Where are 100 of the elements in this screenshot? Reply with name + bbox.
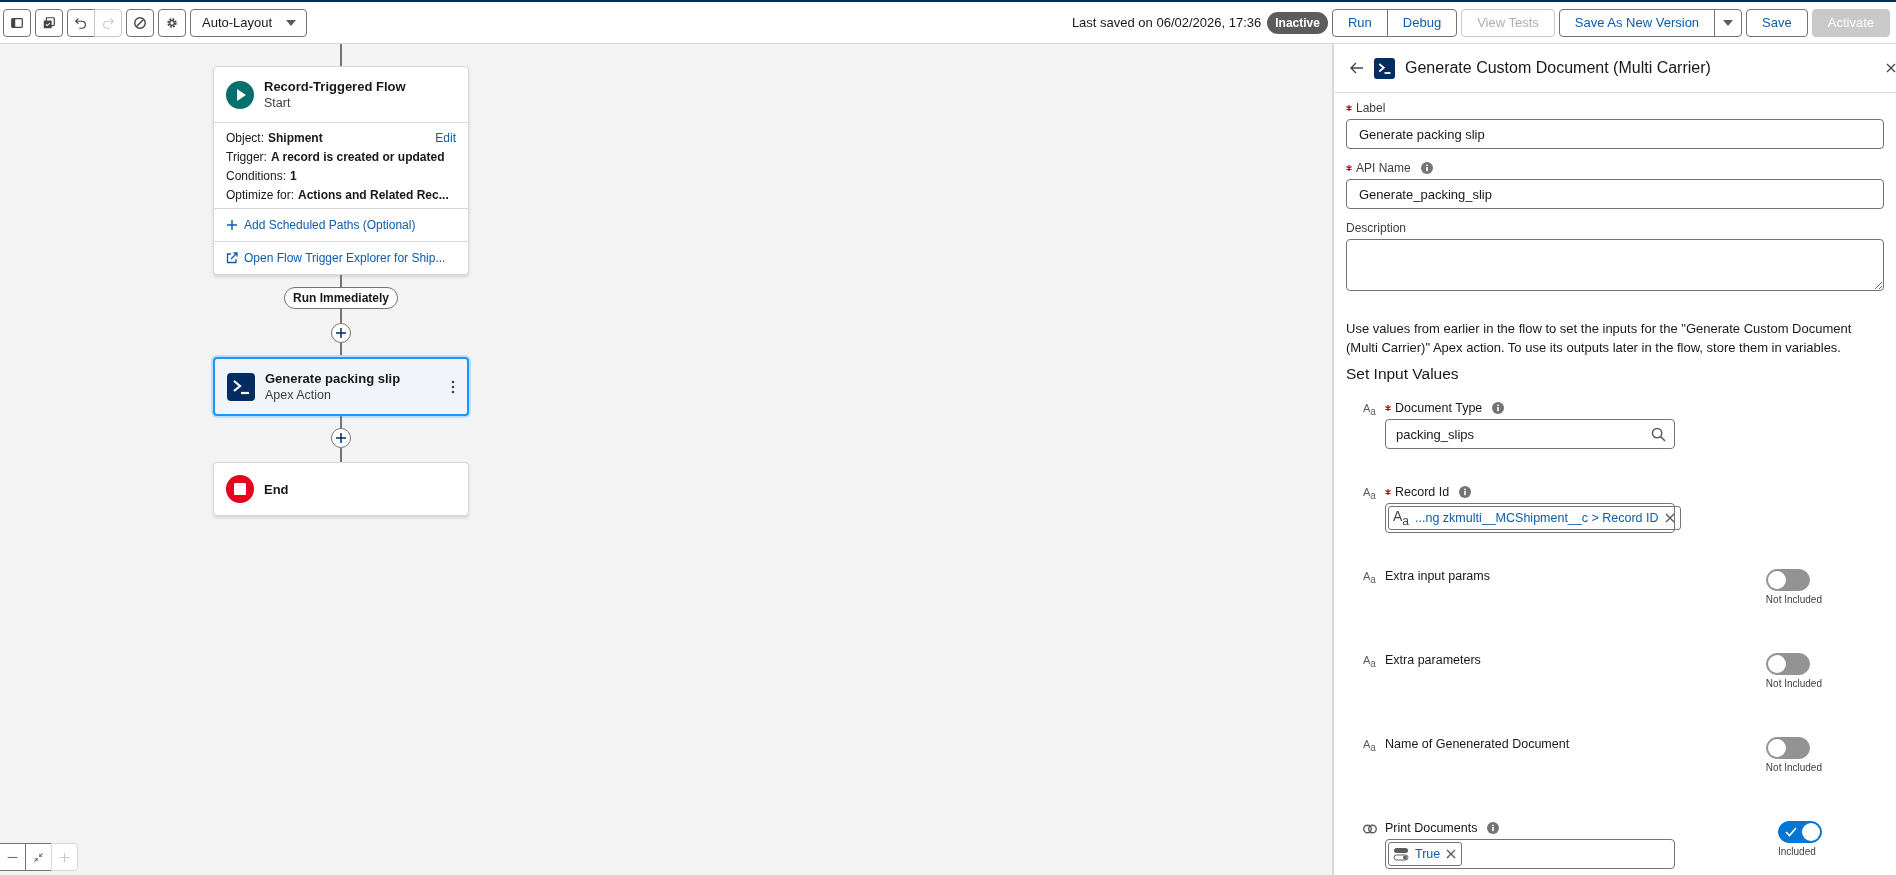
info-icon[interactable]	[1459, 486, 1472, 498]
copy-button[interactable]	[35, 8, 63, 37]
zoom-in-icon	[58, 850, 71, 864]
back-icon[interactable]	[1350, 62, 1364, 74]
layout-dropdown[interactable]: Auto-Layout	[190, 8, 308, 37]
detail-value: Shipment	[268, 131, 323, 145]
zoom-out-button[interactable]	[0, 843, 26, 871]
trigger-explorer-link[interactable]: Open Flow Trigger Explorer for Ship...	[244, 251, 446, 265]
connector-line	[340, 275, 342, 287]
field-label: Label	[1356, 101, 1386, 115]
external-link-icon	[226, 252, 238, 264]
lookup-field[interactable]: packing_slips	[1385, 419, 1675, 449]
panel-title: Generate Custom Document (Multi Carrier)	[1405, 59, 1712, 77]
check-icon	[1785, 827, 1797, 837]
stop-icon	[226, 475, 254, 503]
terminal-icon	[227, 372, 255, 401]
close-icon[interactable]	[1886, 63, 1896, 73]
connector-line	[340, 44, 342, 66]
detail-label: Trigger:	[226, 150, 267, 164]
api-name-field[interactable]: Generate_packing_slip	[1346, 179, 1884, 209]
plus-icon	[226, 219, 238, 231]
toggle-type-icon	[1393, 847, 1409, 861]
detail-label: Conditions:	[226, 169, 287, 183]
field-label: Extra parameters	[1385, 653, 1481, 667]
toggle-status: Not Included	[1765, 678, 1822, 689]
include-toggle[interactable]	[1765, 737, 1810, 759]
fit-view-icon	[32, 850, 45, 864]
copy-icon	[42, 15, 56, 30]
plus-icon	[335, 327, 347, 339]
caret-icon	[1723, 19, 1734, 26]
detail-value: 1	[290, 169, 297, 183]
detail-label: Optimize for:	[226, 188, 294, 202]
resource-name: ...ng zkmulti__MCShipment__c > Record ID	[1415, 511, 1659, 525]
resource-field[interactable]: True	[1385, 839, 1675, 869]
section-title: Set Input Values	[1346, 365, 1460, 383]
connector-line	[340, 448, 342, 462]
label-field[interactable]: Generate packing slip	[1346, 119, 1884, 149]
toolbar-button[interactable]: Save As New Version	[1558, 8, 1716, 37]
info-icon[interactable]	[1492, 402, 1505, 414]
add-scheduled-paths-link[interactable]: Add Scheduled Paths (Optional)	[244, 218, 416, 232]
field-label: API Name	[1356, 161, 1411, 175]
resource-pill[interactable]: A$_{a}$ ...ng zkmulti__MCShipment__c > Record ID	[1388, 506, 1681, 530]
last-saved-text: Last saved on 06/02/2026, 17:36	[1071, 15, 1262, 30]
more-options-button[interactable]	[1714, 8, 1743, 37]
ban-icon	[133, 15, 147, 30]
caret-icon	[286, 19, 297, 26]
status-badge: Inactive	[1267, 11, 1328, 34]
toggle-panel-button[interactable]	[3, 8, 31, 37]
toolbar-button[interactable]: Save	[1746, 8, 1808, 37]
field-label: Extra input params	[1385, 569, 1490, 583]
search-icon	[1651, 426, 1666, 442]
toggle-status: Not Included	[1765, 762, 1822, 773]
more-actions-icon[interactable]	[451, 379, 455, 394]
text-type-icon: A$_{a}$	[1393, 508, 1410, 528]
toolbar-button[interactable]: Run	[1331, 8, 1388, 37]
include-toggle[interactable]	[1765, 569, 1810, 591]
node-subtitle: Apex Action	[265, 388, 332, 402]
play-icon	[226, 80, 254, 109]
plus-icon	[335, 432, 347, 444]
toggle-status: Not Included	[1765, 594, 1822, 605]
remove-icon[interactable]	[1664, 513, 1675, 523]
field-label: Description	[1346, 221, 1407, 235]
add-element-button[interactable]	[331, 323, 351, 343]
start-card[interactable]	[213, 66, 469, 275]
toggle-status: Included	[1778, 846, 1816, 857]
node-title: Generate packing slip	[265, 371, 401, 386]
edit-link[interactable]: Edit	[435, 131, 456, 145]
boolean-type-icon	[1363, 824, 1377, 834]
field-label: Name of Genenerated Document	[1385, 737, 1570, 751]
field-label: Document Type	[1395, 401, 1483, 415]
node-subtitle: Start	[264, 96, 292, 110]
end-card[interactable]: End	[213, 462, 469, 516]
fit-view-button[interactable]	[25, 843, 52, 871]
remove-icon[interactable]	[1446, 849, 1457, 859]
detail-value: Actions and Related Rec...	[298, 188, 449, 202]
field-label: Print Documents	[1385, 821, 1478, 835]
detail-value: A record is created or updated	[270, 150, 445, 164]
terminal-icon	[1374, 57, 1395, 79]
path-label: Run Immediately	[284, 287, 398, 309]
node-title: End	[264, 481, 289, 497]
detail-label: Object:	[226, 131, 264, 145]
include-toggle[interactable]	[1778, 821, 1822, 843]
resource-name: True	[1415, 847, 1441, 861]
include-toggle[interactable]	[1765, 653, 1810, 675]
resource-pill[interactable]: True	[1388, 842, 1463, 866]
connector-line	[340, 416, 342, 428]
info-icon[interactable]	[1487, 822, 1500, 834]
toggle-panel-icon	[10, 15, 24, 30]
node-title: Record-Triggered Flow	[264, 79, 406, 94]
connector-line	[340, 309, 342, 323]
description-field[interactable]	[1346, 239, 1884, 291]
action-card[interactable]: Generate packing slip Apex Action	[213, 357, 469, 416]
info-icon[interactable]	[1420, 162, 1433, 174]
help-text: Use values from earlier in the flow to set the inputs for the "Generate Custom Document (Multi Carrier)" Apex action. To use its outputs later in the flow, store them in variables.	[1346, 320, 1853, 357]
toolbar-button[interactable]: Debug	[1386, 8, 1458, 37]
field-label: Record Id	[1395, 485, 1450, 499]
add-element-button[interactable]	[331, 428, 351, 448]
undo-button[interactable]	[67, 8, 95, 37]
ban-button[interactable]	[126, 8, 154, 37]
settings-button[interactable]	[158, 8, 186, 37]
